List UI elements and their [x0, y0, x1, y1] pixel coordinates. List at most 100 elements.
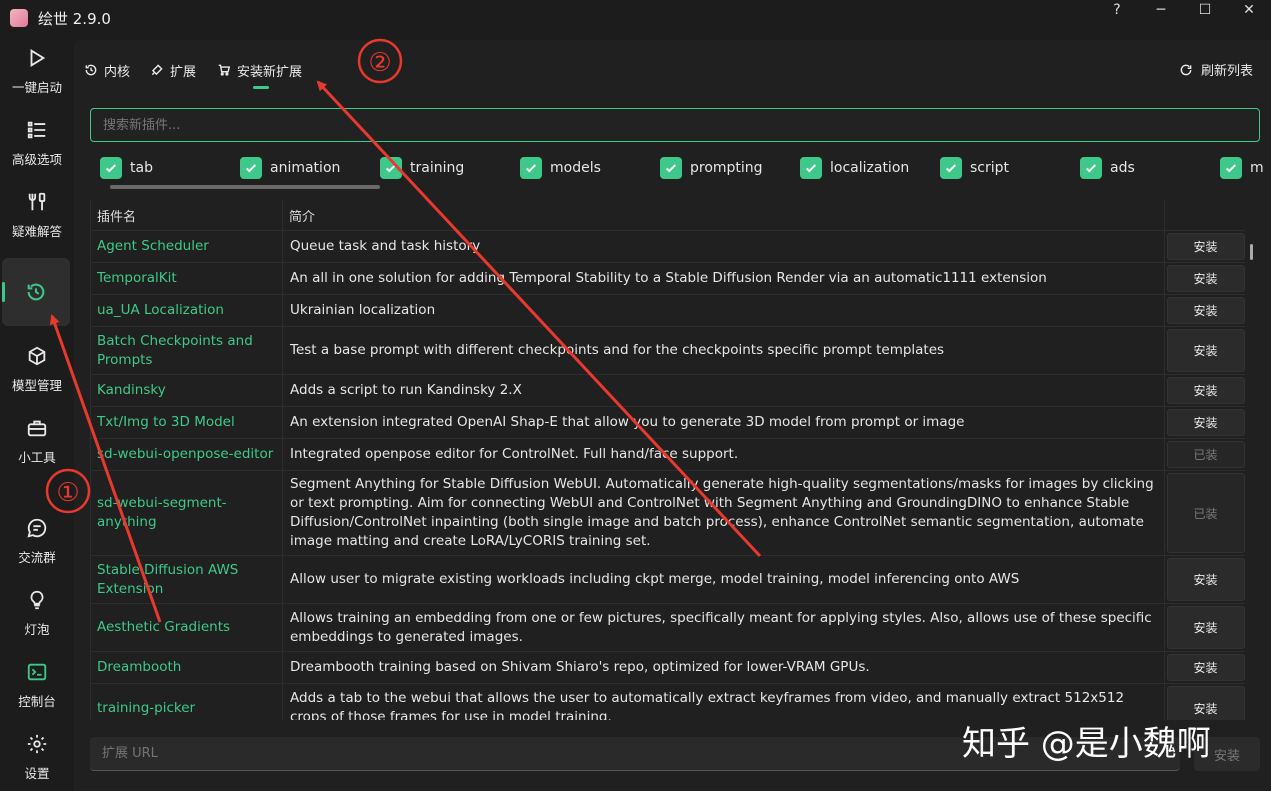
terminal-icon: [27, 663, 47, 680]
sidebar-item-label: 交流群: [18, 549, 56, 565]
sidebar-item-troubleshoot[interactable]: 疑难解答: [0, 182, 74, 248]
install-button[interactable]: 安装: [1166, 558, 1245, 601]
table-row: TemporalKit An all in one solution for a…: [91, 263, 1245, 295]
sidebar-item-bulb[interactable]: 灯泡: [0, 580, 74, 646]
checkbox[interactable]: [940, 157, 962, 179]
check-icon: [805, 164, 817, 173]
watermark: 知乎 @是小魏啊: [962, 724, 1211, 764]
install-button[interactable]: 安装: [1166, 409, 1245, 436]
checkbox[interactable]: [800, 157, 822, 179]
tab-core[interactable]: 内核: [84, 60, 130, 80]
sidebar-item-models[interactable]: 模型管理: [0, 336, 74, 402]
sidebar: 一键启动 高级选项 疑难解答 模型管理 小工具 交流群 灯泡 控制台 设置: [0, 36, 74, 791]
sidebar-item-tools[interactable]: 小工具: [0, 408, 74, 474]
install-button[interactable]: 安装: [1166, 329, 1245, 372]
plugin-description: Adds a script to run Kandinsky 2.X: [283, 375, 1165, 406]
table-row: Batch Checkpoints and Prompts Test a bas…: [91, 327, 1245, 375]
install-button[interactable]: 安装: [1166, 297, 1245, 324]
minimize-button[interactable]: ─: [1139, 0, 1183, 20]
install-button[interactable]: 安装: [1166, 265, 1245, 292]
install-button[interactable]: 安装: [1166, 233, 1245, 260]
refresh-icon: [1180, 64, 1192, 75]
app-title: 绘世 2.9.0: [38, 9, 111, 28]
tag-label: training: [410, 160, 465, 176]
sidebar-item-settings[interactable]: 设置: [0, 724, 74, 790]
plugin-description: An extension integrated OpenAI Shap-E th…: [283, 407, 1165, 438]
sidebar-item-launch[interactable]: 一键启动: [0, 38, 74, 104]
plugin-description: Adds a tab to the webui that allows the …: [283, 684, 1165, 720]
tab-label: 安装新扩展: [237, 64, 303, 80]
sidebar-item-console[interactable]: 控制台: [0, 652, 74, 718]
install-button[interactable]: 安装: [1166, 654, 1245, 681]
close-button[interactable]: ✕: [1227, 0, 1271, 20]
checkbox[interactable]: [1080, 157, 1102, 179]
table-row: training-picker Adds a tab to the webui …: [91, 684, 1245, 720]
checkbox[interactable]: [520, 157, 542, 179]
check-icon: [105, 164, 117, 173]
maximize-button[interactable]: ☐: [1183, 0, 1227, 20]
help-button[interactable]: ?: [1095, 0, 1139, 20]
tag-checkbox[interactable]: animation: [240, 156, 340, 180]
refresh-list-button[interactable]: 刷新列表: [1179, 60, 1253, 79]
table-row: Dreambooth Dreambooth training based on …: [91, 652, 1245, 684]
cube-icon: [28, 346, 46, 365]
search-input[interactable]: [90, 108, 1260, 142]
chat-icon: [27, 518, 47, 538]
tab-install-new[interactable]: 安装新扩展: [217, 60, 302, 80]
tag-checkbox[interactable]: training: [380, 156, 464, 180]
sidebar-item-extensions[interactable]: [2, 258, 70, 326]
column-header-action: [1165, 200, 1245, 230]
plugin-name: Aesthetic Gradients: [91, 604, 283, 651]
sidebar-item-label: 一键启动: [11, 79, 62, 95]
install-button[interactable]: 安装: [1166, 377, 1245, 404]
tab-extensions[interactable]: 扩展: [150, 60, 196, 80]
table-row: Aesthetic Gradients Allows training an e…: [91, 604, 1245, 652]
main-panel: 内核 扩展 安装新扩展 刷新列表 tab animation training …: [74, 40, 1271, 791]
plugin-description: Allows training an embedding from one or…: [283, 604, 1165, 651]
checkbox[interactable]: [660, 157, 682, 179]
sidebar-item-community[interactable]: 交流群: [0, 508, 74, 574]
plugin-name: TemporalKit: [91, 263, 283, 294]
table-scrollbar[interactable]: [1250, 244, 1253, 260]
tab-active-indicator: [253, 86, 269, 89]
plugin-name: ua_UA Localization: [91, 295, 283, 326]
tag-checkbox[interactable]: m: [1220, 156, 1264, 180]
tag-label: tab: [130, 160, 153, 176]
plugin-name: sd-webui-segment-anything: [91, 471, 283, 555]
table-row: Txt/Img to 3D Model An extension integra…: [91, 407, 1245, 439]
tab-label: 内核: [104, 64, 131, 80]
tag-checkbox[interactable]: tab: [100, 156, 153, 180]
tab-label: 扩展: [170, 64, 197, 80]
plugin-name: Dreambooth: [91, 652, 283, 683]
install-button[interactable]: 安装: [1166, 606, 1245, 649]
tag-checkbox[interactable]: models: [520, 156, 601, 180]
checkbox[interactable]: [100, 157, 122, 179]
sidebar-item-label: 模型管理: [11, 377, 62, 393]
plugin-description: Test a base prompt with different checkp…: [283, 327, 1165, 374]
table-row: ua_UA Localization Ukrainian localizatio…: [91, 295, 1245, 327]
bulb-icon: [30, 590, 44, 609]
plugin-description: Allow user to migrate existing workloads…: [283, 556, 1165, 603]
plugin-description: Dreambooth training based on Shivam Shia…: [283, 652, 1165, 683]
tag-checkbox[interactable]: prompting: [660, 156, 763, 180]
checkbox[interactable]: [1220, 157, 1242, 179]
table-row: sd-webui-openpose-editor Integrated open…: [91, 439, 1245, 471]
tag-checkbox[interactable]: script: [940, 156, 1009, 180]
plugin-name: Agent Scheduler: [91, 231, 283, 262]
install-button[interactable]: 安装: [1166, 686, 1245, 720]
checkbox[interactable]: [380, 157, 402, 179]
sidebar-item-advanced[interactable]: 高级选项: [0, 110, 74, 176]
tag-row-scrollbar[interactable]: [110, 185, 380, 189]
checkbox[interactable]: [240, 157, 262, 179]
tag-checkbox[interactable]: ads: [1080, 156, 1135, 180]
plugin-description: Integrated openpose editor for ControlNe…: [283, 439, 1165, 470]
tag-checkbox[interactable]: localization: [800, 156, 909, 180]
history-icon: [85, 64, 97, 76]
installed-button[interactable]: 已装: [1166, 441, 1245, 468]
table-row: Agent Scheduler Queue task and task hist…: [91, 231, 1245, 263]
tag-label: prompting: [690, 160, 763, 176]
sidebar-item-label: 灯泡: [24, 621, 50, 637]
table-row: Stable Diffusion AWS Extension Allow use…: [91, 556, 1245, 604]
installed-button[interactable]: 已装: [1166, 473, 1245, 553]
tab-bar: 内核 扩展 安装新扩展 刷新列表: [74, 40, 1271, 98]
